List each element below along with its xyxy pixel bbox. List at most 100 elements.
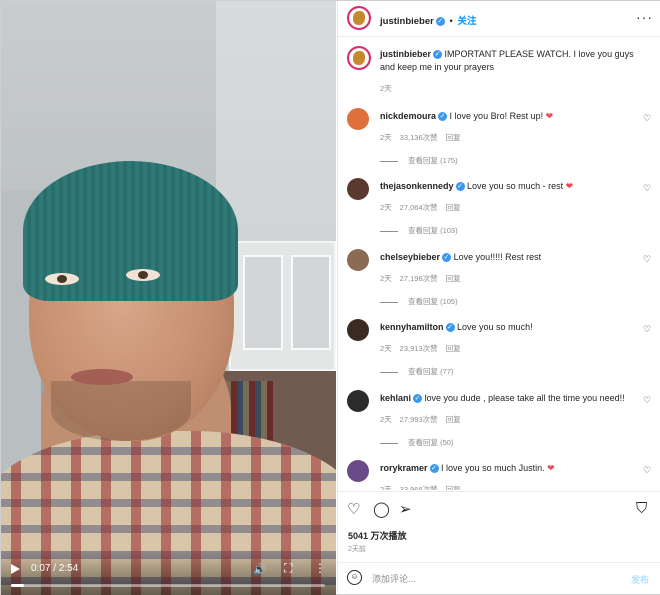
view-replies-button[interactable]: 查看回复 (175) [380, 155, 458, 166]
comment-age: 2天 [380, 485, 392, 490]
video-time: 0:07 / 2:54 [31, 563, 79, 574]
comment-likes[interactable]: 27,196次赞 [400, 274, 438, 283]
reply-button[interactable]: 回复 [446, 274, 461, 283]
caption-age: 2天 [380, 84, 392, 93]
comment-likes[interactable]: 33,136次赞 [400, 133, 438, 142]
comment-like-icon[interactable]: ♡ [643, 113, 651, 124]
author-name: justinbieber [380, 16, 434, 27]
comment-like-icon[interactable]: ♡ [643, 324, 651, 335]
author-username[interactable]: justinbieber ✓ • 关注 [380, 13, 476, 27]
commenter-username[interactable]: nickdemoura [380, 111, 436, 121]
verified-icon: ✓ [435, 16, 445, 26]
comment-age: 2天 [380, 415, 392, 424]
comment-body: thejasonkennedy ✓ Love you so much - rest… [380, 181, 635, 192]
view-count: 5041 万次播放 [348, 531, 407, 541]
video-controls: 0:07 / 2:54 🔊 ⛶ ⋮ [1, 550, 336, 595]
reply-button[interactable]: 回复 [446, 344, 461, 353]
brand-bird-icon [353, 51, 365, 65]
brand-bird-icon [353, 11, 365, 25]
comment-text: Love you so much! [457, 322, 533, 332]
person-eye-left [45, 273, 79, 285]
background-cabinet [229, 241, 336, 371]
commenter-avatar[interactable] [347, 460, 369, 482]
commenter-avatar[interactable] [347, 108, 369, 130]
comment-likes[interactable]: 27,993次赞 [400, 415, 438, 424]
view-replies-button[interactable]: 查看回复 (50) [380, 437, 453, 448]
comment-input[interactable] [372, 571, 612, 587]
comment-item: kehlani ✓ love you dude , please take all… [338, 390, 660, 460]
comment-like-icon[interactable]: ♡ [643, 254, 651, 265]
commenter-username[interactable]: rorykramer [380, 463, 428, 473]
comment-item: rorykramer ✓ I love you so much Justin. ❤… [338, 460, 660, 490]
comment-body: rorykramer ✓ I love you so much Justin. ❤ [380, 463, 635, 474]
comment-item: nickdemoura ✓ I love you Bro! Rest up! ❤ 2… [338, 108, 660, 178]
video-more-icon[interactable]: ⋮ [314, 561, 326, 575]
comment-likes[interactable]: 33,966次赞 [400, 485, 438, 490]
commenter-avatar[interactable] [347, 319, 369, 341]
comment-body: kehlani ✓ love you dude , please take all… [380, 393, 635, 404]
post-caption: justinbieber ✓ IMPORTANT PLEASE WATCH. I … [380, 48, 650, 74]
comment-item: kennyhamilton ✓ Love you so much! 2天 23,91… [338, 319, 660, 389]
caption-username[interactable]: justinbieber [380, 49, 431, 59]
bookmark-icon[interactable]: ⛉ [636, 500, 647, 517]
comment-text: I love you so much Justin. [441, 463, 545, 473]
verified-icon: ✓ [433, 50, 443, 60]
person-eye-right [126, 269, 160, 281]
person-mouth [71, 369, 133, 385]
commenter-username[interactable]: chelseybieber [380, 252, 440, 262]
author-avatar[interactable] [347, 6, 371, 30]
heart-icon[interactable]: ♡ [347, 500, 360, 518]
comment-item: chelseybieber ✓ Love you!!!!! Rest rest 2… [338, 249, 660, 319]
fullscreen-icon[interactable]: ⛶ [284, 561, 292, 576]
commenter-avatar[interactable] [347, 390, 369, 412]
reply-button[interactable]: 回复 [446, 203, 461, 212]
commenter-username[interactable]: thejasonkennedy [380, 181, 454, 191]
follow-button[interactable]: 关注 [457, 16, 476, 27]
comment-likes[interactable]: 23,913次赞 [400, 344, 438, 353]
comment-age: 2天 [380, 203, 392, 212]
comment-meta: 2天 33,966次赞 回复 [380, 484, 469, 490]
verified-icon: ✓ [455, 182, 465, 192]
reply-button[interactable]: 回复 [446, 415, 461, 424]
verified-icon: ✓ [438, 112, 448, 122]
caption-avatar[interactable] [347, 46, 371, 70]
commenter-username[interactable]: kehlani [380, 393, 411, 403]
reply-button[interactable]: 回复 [446, 133, 461, 142]
comment-body: nickdemoura ✓ I love you Bro! Rest up! ❤ [380, 111, 635, 122]
view-replies-button[interactable]: 查看回复 (105) [380, 296, 458, 307]
verified-icon: ✓ [429, 464, 439, 474]
view-replies-button[interactable]: 查看回复 (77) [380, 366, 453, 377]
post-header: justinbieber ✓ • 关注 ··· [338, 1, 660, 37]
comment-text: love you dude , please take all the time… [424, 393, 625, 403]
cabinet-pane [291, 255, 331, 350]
comment-likes[interactable]: 27,064次赞 [400, 203, 438, 212]
comment-like-icon[interactable]: ♡ [643, 395, 651, 406]
person-beard [51, 381, 191, 441]
red-heart-emoji: ❤ [547, 463, 555, 473]
share-icon[interactable]: ➢ [399, 500, 412, 518]
commenter-avatar[interactable] [347, 178, 369, 200]
posted-time: 2天前 [348, 546, 366, 553]
verified-icon: ✓ [445, 323, 455, 333]
video-player[interactable]: 0:07 / 2:54 🔊 ⛶ ⋮ [1, 1, 336, 595]
volume-icon[interactable]: 🔊 [253, 563, 267, 576]
play-icon[interactable] [11, 564, 20, 574]
comment-body: kennyhamilton ✓ Love you so much! [380, 322, 635, 333]
more-options-icon[interactable]: ··· [636, 9, 653, 25]
comment-composer: ☺ 发布 [338, 562, 660, 594]
comment-like-icon[interactable]: ♡ [643, 183, 651, 194]
comment-icon[interactable]: ◯ [373, 500, 390, 518]
video-progress-fill [11, 584, 24, 587]
comment-age: 2天 [380, 344, 392, 353]
comment-like-icon[interactable]: ♡ [643, 465, 651, 476]
reply-button[interactable]: 回复 [446, 485, 461, 490]
comment-meta: 2天 27,064次赞 回复 [380, 202, 469, 213]
post-comment-button[interactable]: 发布 [631, 573, 649, 586]
view-replies-button[interactable]: 查看回复 (103) [380, 225, 458, 236]
commenter-avatar[interactable] [347, 249, 369, 271]
emoji-icon[interactable]: ☺ [347, 570, 362, 585]
comment-text: Love you so much - rest [467, 181, 564, 191]
comment-body: chelseybieber ✓ Love you!!!!! Rest rest [380, 252, 635, 263]
commenter-username[interactable]: kennyhamilton [380, 322, 444, 332]
video-progress-track[interactable] [11, 584, 325, 587]
